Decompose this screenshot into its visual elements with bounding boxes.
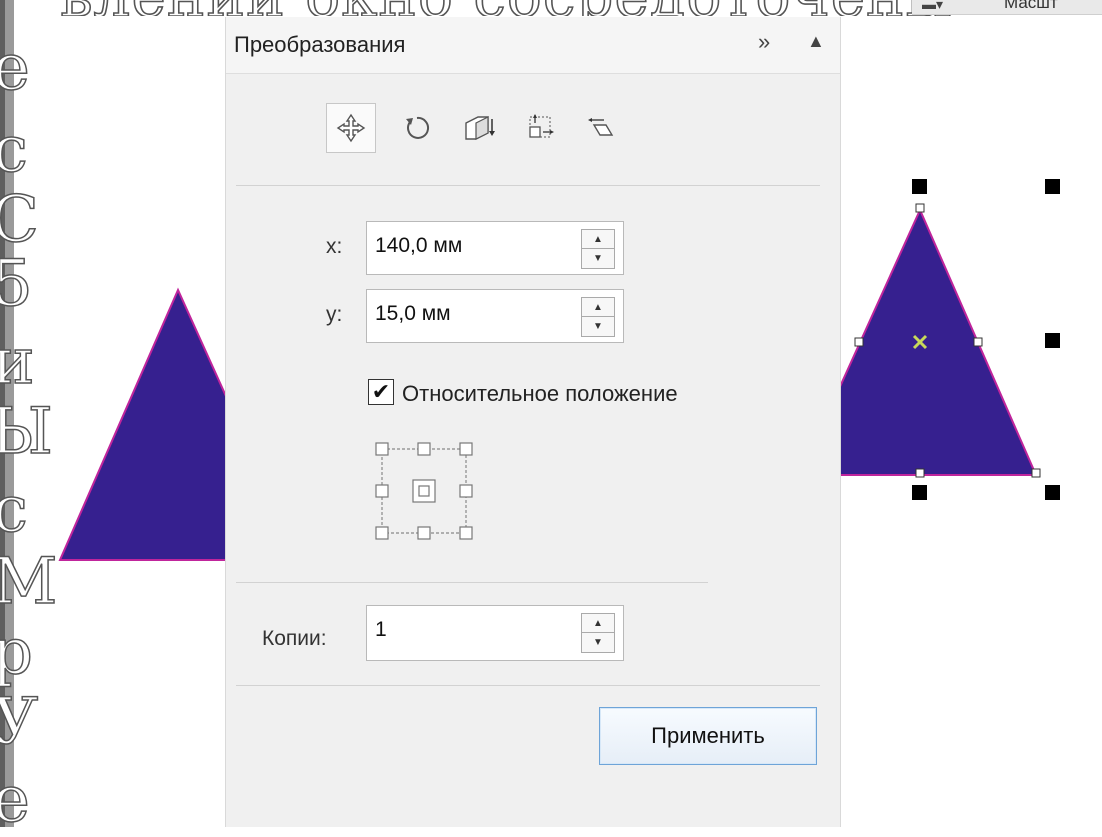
anchor-bottom-center[interactable] [417, 526, 431, 540]
y-position-input[interactable]: 15,0 мм [375, 302, 451, 326]
transformations-panel: Преобразования » ▲ x: 140,0 мм ▲ ▼ y: 15… [225, 17, 841, 827]
position-tool-button[interactable] [326, 103, 376, 153]
relative-position-label[interactable]: Относительное положение [402, 381, 678, 407]
selection-handle-bottom-left[interactable] [912, 485, 927, 500]
copies-decrement-button[interactable]: ▼ [582, 633, 614, 651]
separator-1 [236, 185, 820, 186]
separator-3 [236, 685, 820, 686]
selection-handle-mid-right[interactable] [1045, 333, 1060, 348]
move-cross-icon [336, 113, 366, 143]
node-corner[interactable] [1031, 468, 1041, 478]
x-position-stepper[interactable]: 140,0 мм ▲ ▼ [366, 221, 624, 275]
triangle-up-icon[interactable]: ▲ [807, 31, 825, 52]
y-increment-button[interactable]: ▲ [582, 298, 614, 317]
copies-stepper[interactable]: 1 ▲ ▼ [366, 605, 624, 661]
anchor-top-center[interactable] [417, 442, 431, 456]
x-decrement-button[interactable]: ▼ [582, 249, 614, 267]
copies-label: Копии: [262, 627, 327, 650]
x-label: x: [326, 235, 343, 258]
anchor-bottom-left[interactable] [375, 526, 389, 540]
x-position-input[interactable]: 140,0 мм [375, 234, 462, 258]
skew-tool-button[interactable] [576, 103, 626, 153]
panel-title: Преобразования [234, 32, 406, 57]
selection-handle-bottom-right[interactable] [1045, 485, 1060, 500]
double-chevron-right-icon[interactable]: » [758, 29, 770, 55]
node-right[interactable] [973, 337, 983, 347]
anchor-top-left[interactable] [375, 442, 389, 456]
separator-2 [236, 582, 708, 583]
size-tool-button[interactable] [516, 103, 566, 153]
y-decrement-button[interactable]: ▼ [582, 317, 614, 335]
panel-header: Преобразования » ▲ [226, 17, 840, 74]
anchor-mid-right[interactable] [459, 484, 473, 498]
node-bottom[interactable] [915, 468, 925, 478]
copies-increment-button[interactable]: ▲ [582, 614, 614, 633]
copies-spin-buttons: ▲ ▼ [581, 613, 615, 653]
selection-handle-top-right[interactable] [1045, 179, 1060, 194]
anchor-mid-left[interactable] [375, 484, 389, 498]
y-spin-buttons: ▲ ▼ [581, 297, 615, 337]
apply-button[interactable]: Применить [599, 707, 817, 765]
node-left[interactable] [854, 337, 864, 347]
y-label: y: [326, 303, 343, 326]
x-spin-buttons: ▲ ▼ [581, 229, 615, 269]
size-icon [529, 114, 554, 138]
skew-icon [588, 118, 614, 136]
relative-position-checkbox[interactable]: ✔ [368, 379, 394, 405]
anchor-bottom-right[interactable] [459, 526, 473, 540]
copies-input[interactable]: 1 [375, 618, 387, 642]
scale-mirror-icon [465, 116, 495, 140]
anchor-top-right[interactable] [459, 442, 473, 456]
rotate-tool-button[interactable] [392, 103, 442, 153]
y-position-stepper[interactable]: 15,0 мм ▲ ▼ [366, 289, 624, 343]
anchor-point-grid [375, 442, 473, 540]
selection-handle-top-left[interactable] [912, 179, 927, 194]
node-top[interactable] [915, 203, 925, 213]
anchor-center[interactable] [412, 479, 436, 503]
x-increment-button[interactable]: ▲ [582, 230, 614, 249]
rotate-icon [406, 116, 429, 139]
scale-mirror-tool-button[interactable] [454, 103, 504, 153]
